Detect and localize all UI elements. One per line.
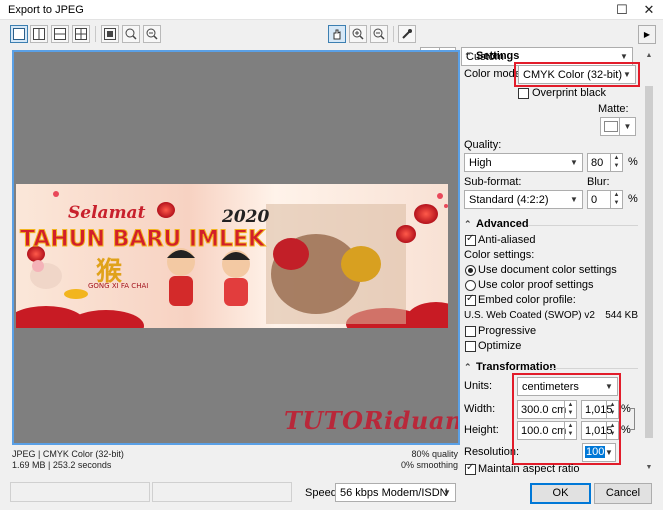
single-view-icon[interactable] <box>10 25 28 43</box>
ok-button[interactable]: OK <box>530 483 591 504</box>
cancel-button[interactable]: Cancel <box>594 483 652 504</box>
fit-to-window-icon[interactable] <box>101 25 119 43</box>
collapse-chevron-icon: ⌃ <box>464 51 472 61</box>
overprint-black-label: Overprint black <box>532 87 606 99</box>
profile-name: U.S. Web Coated (SWOP) v2 <box>464 310 595 321</box>
blur-input[interactable]: 0 ▲ ▼ <box>587 190 623 209</box>
spinner-arrows-icon[interactable]: ▲ ▼ <box>610 191 622 208</box>
embed-profile-label: Embed color profile: <box>478 294 576 306</box>
quality-label: Quality: <box>464 139 502 151</box>
optimize-label: Optimize <box>478 340 522 352</box>
use-proof-color-radio[interactable] <box>465 280 476 291</box>
title-bar: Export to JPEG ☐ ✕ <box>0 0 663 20</box>
profile-size: 544 KB <box>605 310 638 321</box>
use-document-color-label: Use document color settings <box>478 264 617 276</box>
blur-label: Blur: <box>587 176 610 188</box>
preset-menu-button[interactable]: ▶ <box>638 25 656 44</box>
zoom-in-icon[interactable] <box>349 25 367 43</box>
scroll-up-icon[interactable]: ▲ <box>643 50 655 62</box>
preview-size-info: 1.69 MB | 253.2 seconds <box>12 460 112 470</box>
anti-aliased-label: Anti-aliased <box>478 234 536 246</box>
preview-image: 猴 Selamat 2020 TAHUN BARU IMLEK GONG XI … <box>16 184 448 328</box>
settings-section-header[interactable]: ⌃ Settings <box>464 50 519 62</box>
percent-sign: % <box>628 193 638 205</box>
status-field <box>10 482 150 502</box>
quad-view-icon[interactable] <box>72 25 90 43</box>
transformation-section-header[interactable]: ⌃ Transformation <box>464 361 556 373</box>
preview-format-info: JPEG | CMYK Color (32-bit) <box>12 449 124 459</box>
zoom-out-icon[interactable] <box>370 25 388 43</box>
close-icon[interactable]: ✕ <box>635 0 663 20</box>
subformat-label: Sub-format: <box>464 176 522 188</box>
maintain-aspect-checkbox[interactable] <box>465 462 476 475</box>
width-label: Width: <box>464 403 496 415</box>
eyedropper-icon[interactable] <box>398 25 416 43</box>
scroll-thumb[interactable] <box>645 86 653 438</box>
embed-profile-checkbox[interactable] <box>465 293 476 306</box>
dialog-footer: Speed: 56 kbps Modem/ISDN ▼ OK Cancel <box>0 478 663 510</box>
percent-sign: % <box>628 156 638 168</box>
maintain-aspect-label: Maintain aspect ratio <box>478 463 580 475</box>
speed-dropdown[interactable]: 56 kbps Modem/ISDN ▼ <box>335 483 456 502</box>
overprint-black-checkbox[interactable] <box>518 88 529 99</box>
collapse-chevron-icon: ⌃ <box>464 362 472 372</box>
aspect-link-bracket <box>629 408 635 430</box>
use-proof-color-label: Use color proof settings <box>478 279 594 291</box>
highlight-box <box>514 62 640 87</box>
side-by-side-view-icon[interactable] <box>30 25 48 43</box>
height-label: Height: <box>464 424 499 436</box>
preview-smoothing-info: 0% smoothing <box>400 460 458 470</box>
use-document-color-radio[interactable] <box>465 265 476 276</box>
chevron-down-icon: ▼ <box>570 158 578 167</box>
spinner-arrows-icon[interactable]: ▲ ▼ <box>610 154 622 171</box>
advanced-section-header[interactable]: ⌃ Advanced <box>464 218 529 230</box>
optimize-checkbox[interactable] <box>465 341 476 352</box>
collapse-chevron-icon: ⌃ <box>464 219 472 229</box>
zoom-in-page-icon[interactable] <box>122 25 140 43</box>
top-bottom-view-icon[interactable] <box>51 25 69 43</box>
banner-headline: TAHUN BARU IMLEK <box>20 227 266 252</box>
progressive-checkbox[interactable] <box>465 326 476 337</box>
subformat-dropdown[interactable]: Standard (4:2:2) ▼ <box>464 190 583 209</box>
settings-scrollbar[interactable]: ▲ ▼ <box>643 50 655 474</box>
matte-label: Matte: <box>598 103 629 115</box>
color-settings-label: Color settings: <box>464 249 535 261</box>
window-title: Export to JPEG <box>8 4 84 16</box>
progressive-label: Progressive <box>478 325 537 337</box>
banner-year: 2020 <box>221 207 269 227</box>
highlight-box <box>512 373 621 465</box>
quality-dropdown[interactable]: High ▼ <box>464 153 583 172</box>
chevron-down-icon: ▼ <box>619 118 635 135</box>
settings-panel: ⌃ Settings Color mode: CMYK Color (32-bit… <box>460 50 641 475</box>
chevron-down-icon: ▼ <box>443 488 451 497</box>
maximize-icon[interactable]: ☐ <box>608 0 636 20</box>
toolbar: ▼ Custom ▼ ▶ <box>0 22 663 66</box>
matte-color-picker[interactable]: ▼ <box>600 117 636 136</box>
anti-aliased-checkbox[interactable] <box>465 233 476 246</box>
pan-hand-icon[interactable] <box>328 25 346 43</box>
banner-selamat: Selamat <box>68 203 146 223</box>
status-field <box>152 482 292 502</box>
chevron-down-icon: ▼ <box>570 195 578 204</box>
scroll-down-icon[interactable]: ▼ <box>643 462 655 474</box>
quality-number-input[interactable]: 80 ▲ ▼ <box>587 153 623 172</box>
zoom-actual-icon[interactable] <box>143 25 161 43</box>
preview-quality-info: 80% quality <box>411 449 458 459</box>
banner-subline: GONG XI FA CHAI <box>88 282 148 290</box>
preview-pane[interactable]: 猴 Selamat 2020 TAHUN BARU IMLEK GONG XI … <box>12 50 460 445</box>
resolution-label: Resolution: <box>464 446 520 458</box>
watermark-text: TUTORiduan <box>284 406 460 435</box>
units-label: Units: <box>464 380 493 392</box>
color-swatch <box>604 121 618 132</box>
